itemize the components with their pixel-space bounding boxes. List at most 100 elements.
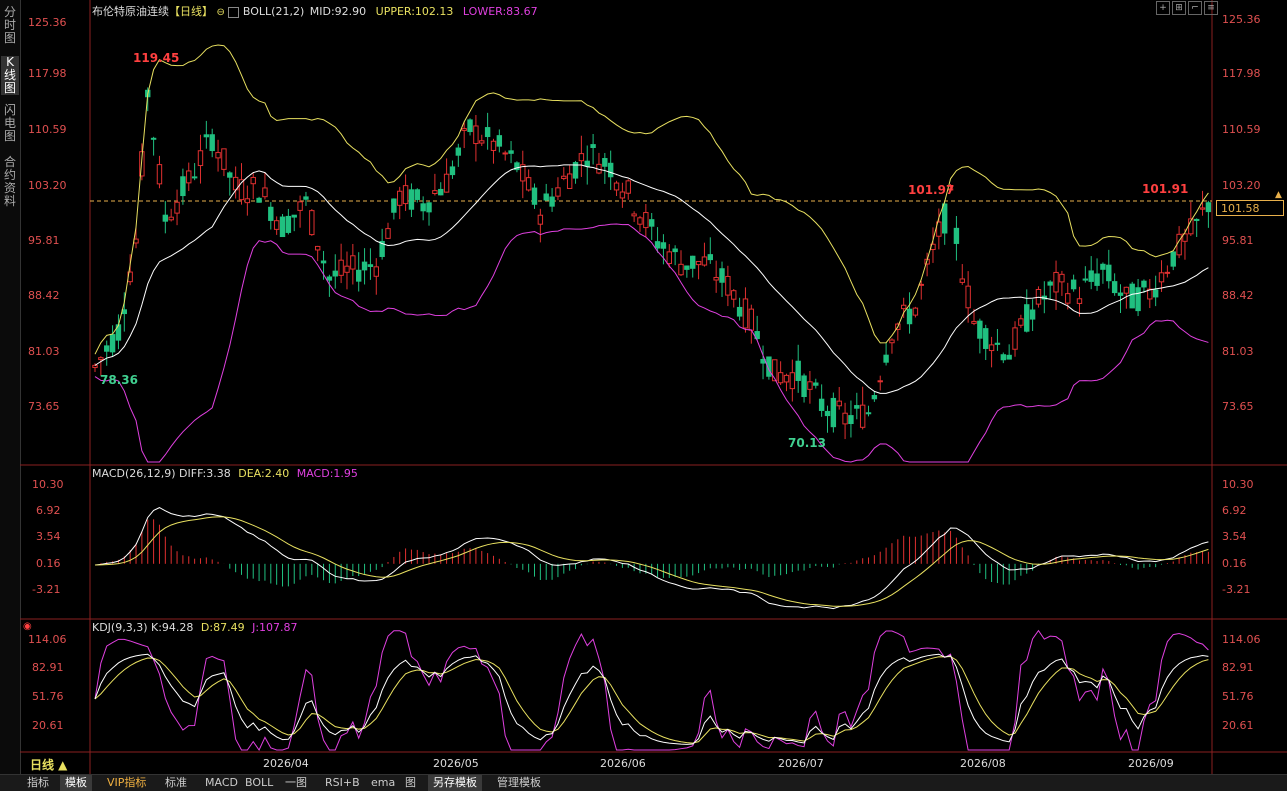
symbol-name: 布伦特原油连续 [92, 5, 169, 18]
candle-body [983, 328, 989, 349]
candle-body [789, 372, 796, 390]
candle-body [830, 397, 837, 428]
tab-standard[interactable]: 标准 [160, 775, 192, 791]
candle-body [385, 228, 391, 239]
period-toggle-button[interactable]: 日线 ▲ [30, 756, 67, 773]
candle-body [490, 140, 497, 151]
macd-name[interactable]: MACD(26,12,9) [92, 467, 176, 480]
candle-body [1088, 270, 1094, 282]
target-icon[interactable]: ◉ [23, 621, 32, 632]
candle-body [1100, 263, 1106, 270]
y-tick-left: 88.42 [28, 289, 60, 302]
candle-body [104, 345, 110, 352]
candle-body [332, 270, 338, 277]
layout-icon[interactable]: ⊞ [1172, 1, 1186, 15]
macd-tick-left: -3.21 [32, 583, 61, 596]
boll-lower: LOWER:83.67 [462, 5, 538, 18]
candle-body [197, 150, 204, 167]
candle-body [772, 359, 778, 382]
settings-icon[interactable]: ≡ [1204, 1, 1218, 15]
candle-body [707, 254, 713, 261]
candle-body [455, 147, 462, 156]
candle-body [731, 290, 737, 300]
crosshair-icon[interactable]: + [1156, 1, 1170, 15]
candle-body [420, 203, 426, 212]
tab-boll[interactable]: BOLL [240, 775, 278, 791]
candle-body [1158, 272, 1165, 283]
candle-body [795, 360, 801, 381]
kdj-d-line [94, 655, 1209, 744]
kdj-tick-right: 114.06 [1222, 633, 1261, 646]
candle-body [168, 216, 174, 221]
macd-tick-left: 6.92 [36, 504, 61, 517]
lock-icon[interactable]: ⊖ [217, 7, 225, 18]
tab-chart[interactable]: 图 [400, 775, 421, 791]
tab-rsi-b[interactable]: RSI+B [320, 775, 365, 791]
candle-body [502, 152, 508, 155]
candle-body [1094, 273, 1100, 286]
kdj-tick-right: 51.76 [1222, 690, 1254, 703]
candle-body [543, 193, 549, 201]
candle-body [484, 127, 491, 138]
macd-tick-right: 10.30 [1222, 478, 1254, 491]
peak-label: 101.91 [1142, 182, 1189, 196]
tab-indicator[interactable]: 指标 [22, 775, 54, 791]
y-tick-right: 110.59 [1222, 123, 1261, 136]
candle-body [777, 372, 784, 384]
candle-body [203, 134, 210, 138]
candle-body [619, 191, 626, 199]
candle-body [736, 306, 743, 317]
tab-macd[interactable]: MACD [200, 775, 243, 791]
tab-template[interactable]: 模板 [60, 775, 92, 791]
candle-body [215, 152, 221, 159]
kdj-name[interactable]: KDJ(9,3,3) [92, 621, 148, 634]
candle-body [537, 214, 544, 225]
chart-canvas[interactable] [0, 0, 1287, 774]
draw-icon[interactable]: ⌐ [1188, 1, 1202, 15]
candle-body [654, 241, 661, 249]
candle-body [350, 255, 356, 270]
candle-body [426, 202, 432, 213]
tab-one-chart[interactable]: 一图 [280, 775, 312, 791]
candle-body [402, 185, 409, 205]
candle-body [262, 187, 268, 198]
template-tab-bar: 指标 模板 VIP指标 标准 MACD BOLL 一图 RSI+B ema 图 … [0, 774, 1287, 791]
candle-body [1076, 298, 1083, 304]
macd-diff-line [94, 507, 1209, 610]
candle-body [297, 201, 303, 211]
manage-template-button[interactable]: 管理模板 [492, 775, 546, 791]
trough-label: 78.36 [100, 373, 138, 387]
candle-body [1006, 354, 1012, 360]
candle-body [906, 308, 913, 325]
y-tick-right: 81.03 [1222, 345, 1254, 358]
save-template-button[interactable]: 另存模板 [428, 775, 482, 791]
candle-body [344, 265, 350, 273]
tab-vip-indicator[interactable]: VIP指标 [102, 775, 151, 791]
kdj-j-line [94, 629, 1209, 752]
candle-body [438, 188, 444, 196]
candle-body [303, 196, 309, 200]
candle-body [1082, 278, 1089, 281]
candle-body [314, 245, 321, 251]
indicator-chart-icon[interactable] [228, 6, 240, 18]
candle-body [1000, 354, 1006, 361]
candle-body [273, 220, 280, 230]
candle-body [467, 119, 473, 133]
boll-mid: MID:92.90 [309, 5, 367, 18]
boll-name[interactable]: BOLL(21,2) [243, 5, 304, 18]
candle-body [356, 269, 362, 282]
kdj-tick-right: 20.61 [1222, 719, 1254, 732]
candle-body [397, 190, 403, 206]
y-tick-left: 125.36 [28, 16, 67, 29]
candle-body [672, 248, 678, 253]
candle-body [912, 307, 919, 316]
candle-body [180, 176, 186, 197]
boll-upper: UPPER:102.13 [375, 5, 454, 18]
candle-body [408, 189, 415, 210]
y-tick-right: 73.65 [1222, 400, 1254, 413]
tab-ema[interactable]: ema [366, 775, 400, 791]
peak-label: 101.97 [908, 183, 955, 197]
candle-body [590, 144, 596, 148]
macd-header: MACD(26,12,9) DIFF:3.38 DEA:2.40 MACD:1.… [92, 467, 358, 480]
candle-body [1029, 309, 1036, 320]
